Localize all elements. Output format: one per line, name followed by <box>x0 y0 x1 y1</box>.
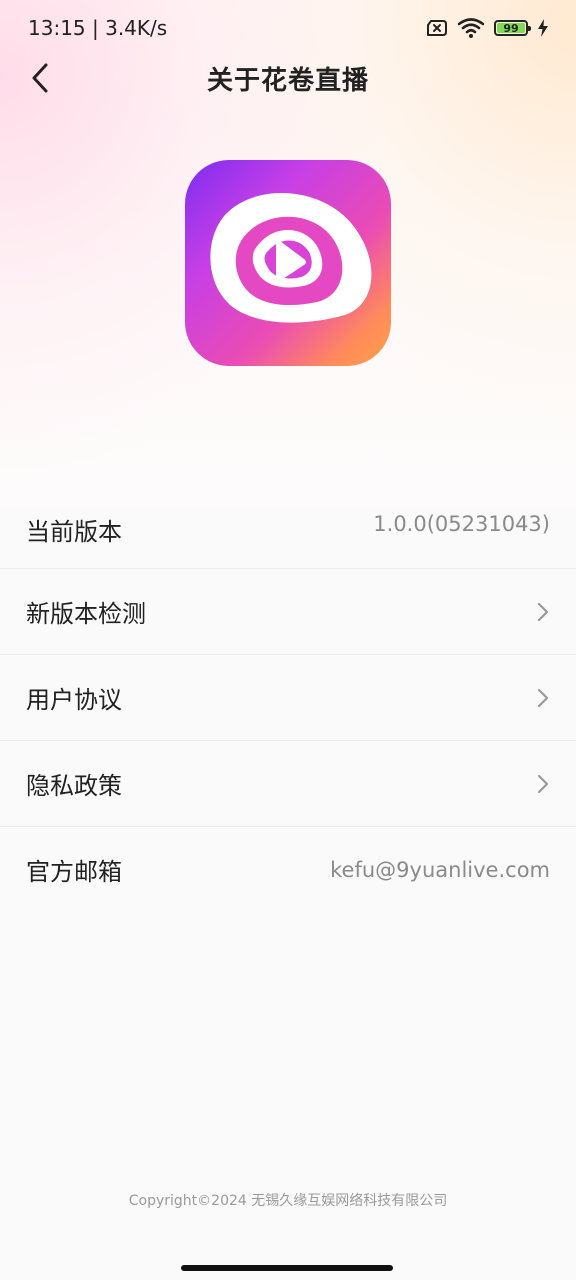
chevron-right-icon <box>537 688 549 707</box>
charging-bolt-icon <box>538 19 548 37</box>
copyright-text: Copyright©2024 无锡久缘互娱网络科技有限公司 <box>128 1193 448 1209</box>
current-version-value: 1.0.0(05231043) <box>373 512 550 536</box>
settings-row-current-version: 当前版本 1.0.0(05231043) <box>0 506 576 568</box>
app-logo <box>185 160 391 366</box>
official-email-value[interactable]: kefu@9yuanlive.com <box>330 858 550 882</box>
battery-level: 99 <box>503 21 519 35</box>
sim-error-icon <box>427 20 447 36</box>
settings-row-check-update[interactable]: 新版本检测 <box>0 568 576 654</box>
battery-icon: 99 <box>494 20 531 36</box>
status-bar: 13:15 | 3.4K/s 99 <box>0 0 576 56</box>
wifi-icon <box>458 18 484 38</box>
chevron-left-icon <box>32 63 48 93</box>
settings-row-official-email[interactable]: 官方邮箱 kefu@9yuanlive.com <box>0 826 576 912</box>
play-button-logo-icon <box>210 193 372 323</box>
user-agreement-label: 用户协议 <box>26 686 122 714</box>
header: 关于花卷直播 <box>0 50 576 106</box>
settings-row-privacy-policy[interactable]: 隐私政策 <box>0 740 576 826</box>
status-time: 13:15 | 3.4K/s <box>28 16 168 40</box>
chevron-right-icon <box>537 602 549 621</box>
settings-list: 当前版本 1.0.0(05231043) 新版本检测 用户协议 隐私政策 官方邮… <box>0 506 576 912</box>
page-title: 关于花卷直播 <box>206 65 369 96</box>
chevron-right-icon <box>537 774 549 793</box>
privacy-policy-label: 隐私政策 <box>26 772 122 800</box>
status-icons: 99 <box>426 18 548 38</box>
settings-row-user-agreement[interactable]: 用户协议 <box>0 654 576 740</box>
home-indicator[interactable] <box>181 1265 393 1271</box>
official-email-label: 官方邮箱 <box>26 858 122 886</box>
check-update-label: 新版本检测 <box>26 600 146 628</box>
current-version-label: 当前版本 <box>26 518 122 546</box>
back-button[interactable] <box>22 60 58 96</box>
